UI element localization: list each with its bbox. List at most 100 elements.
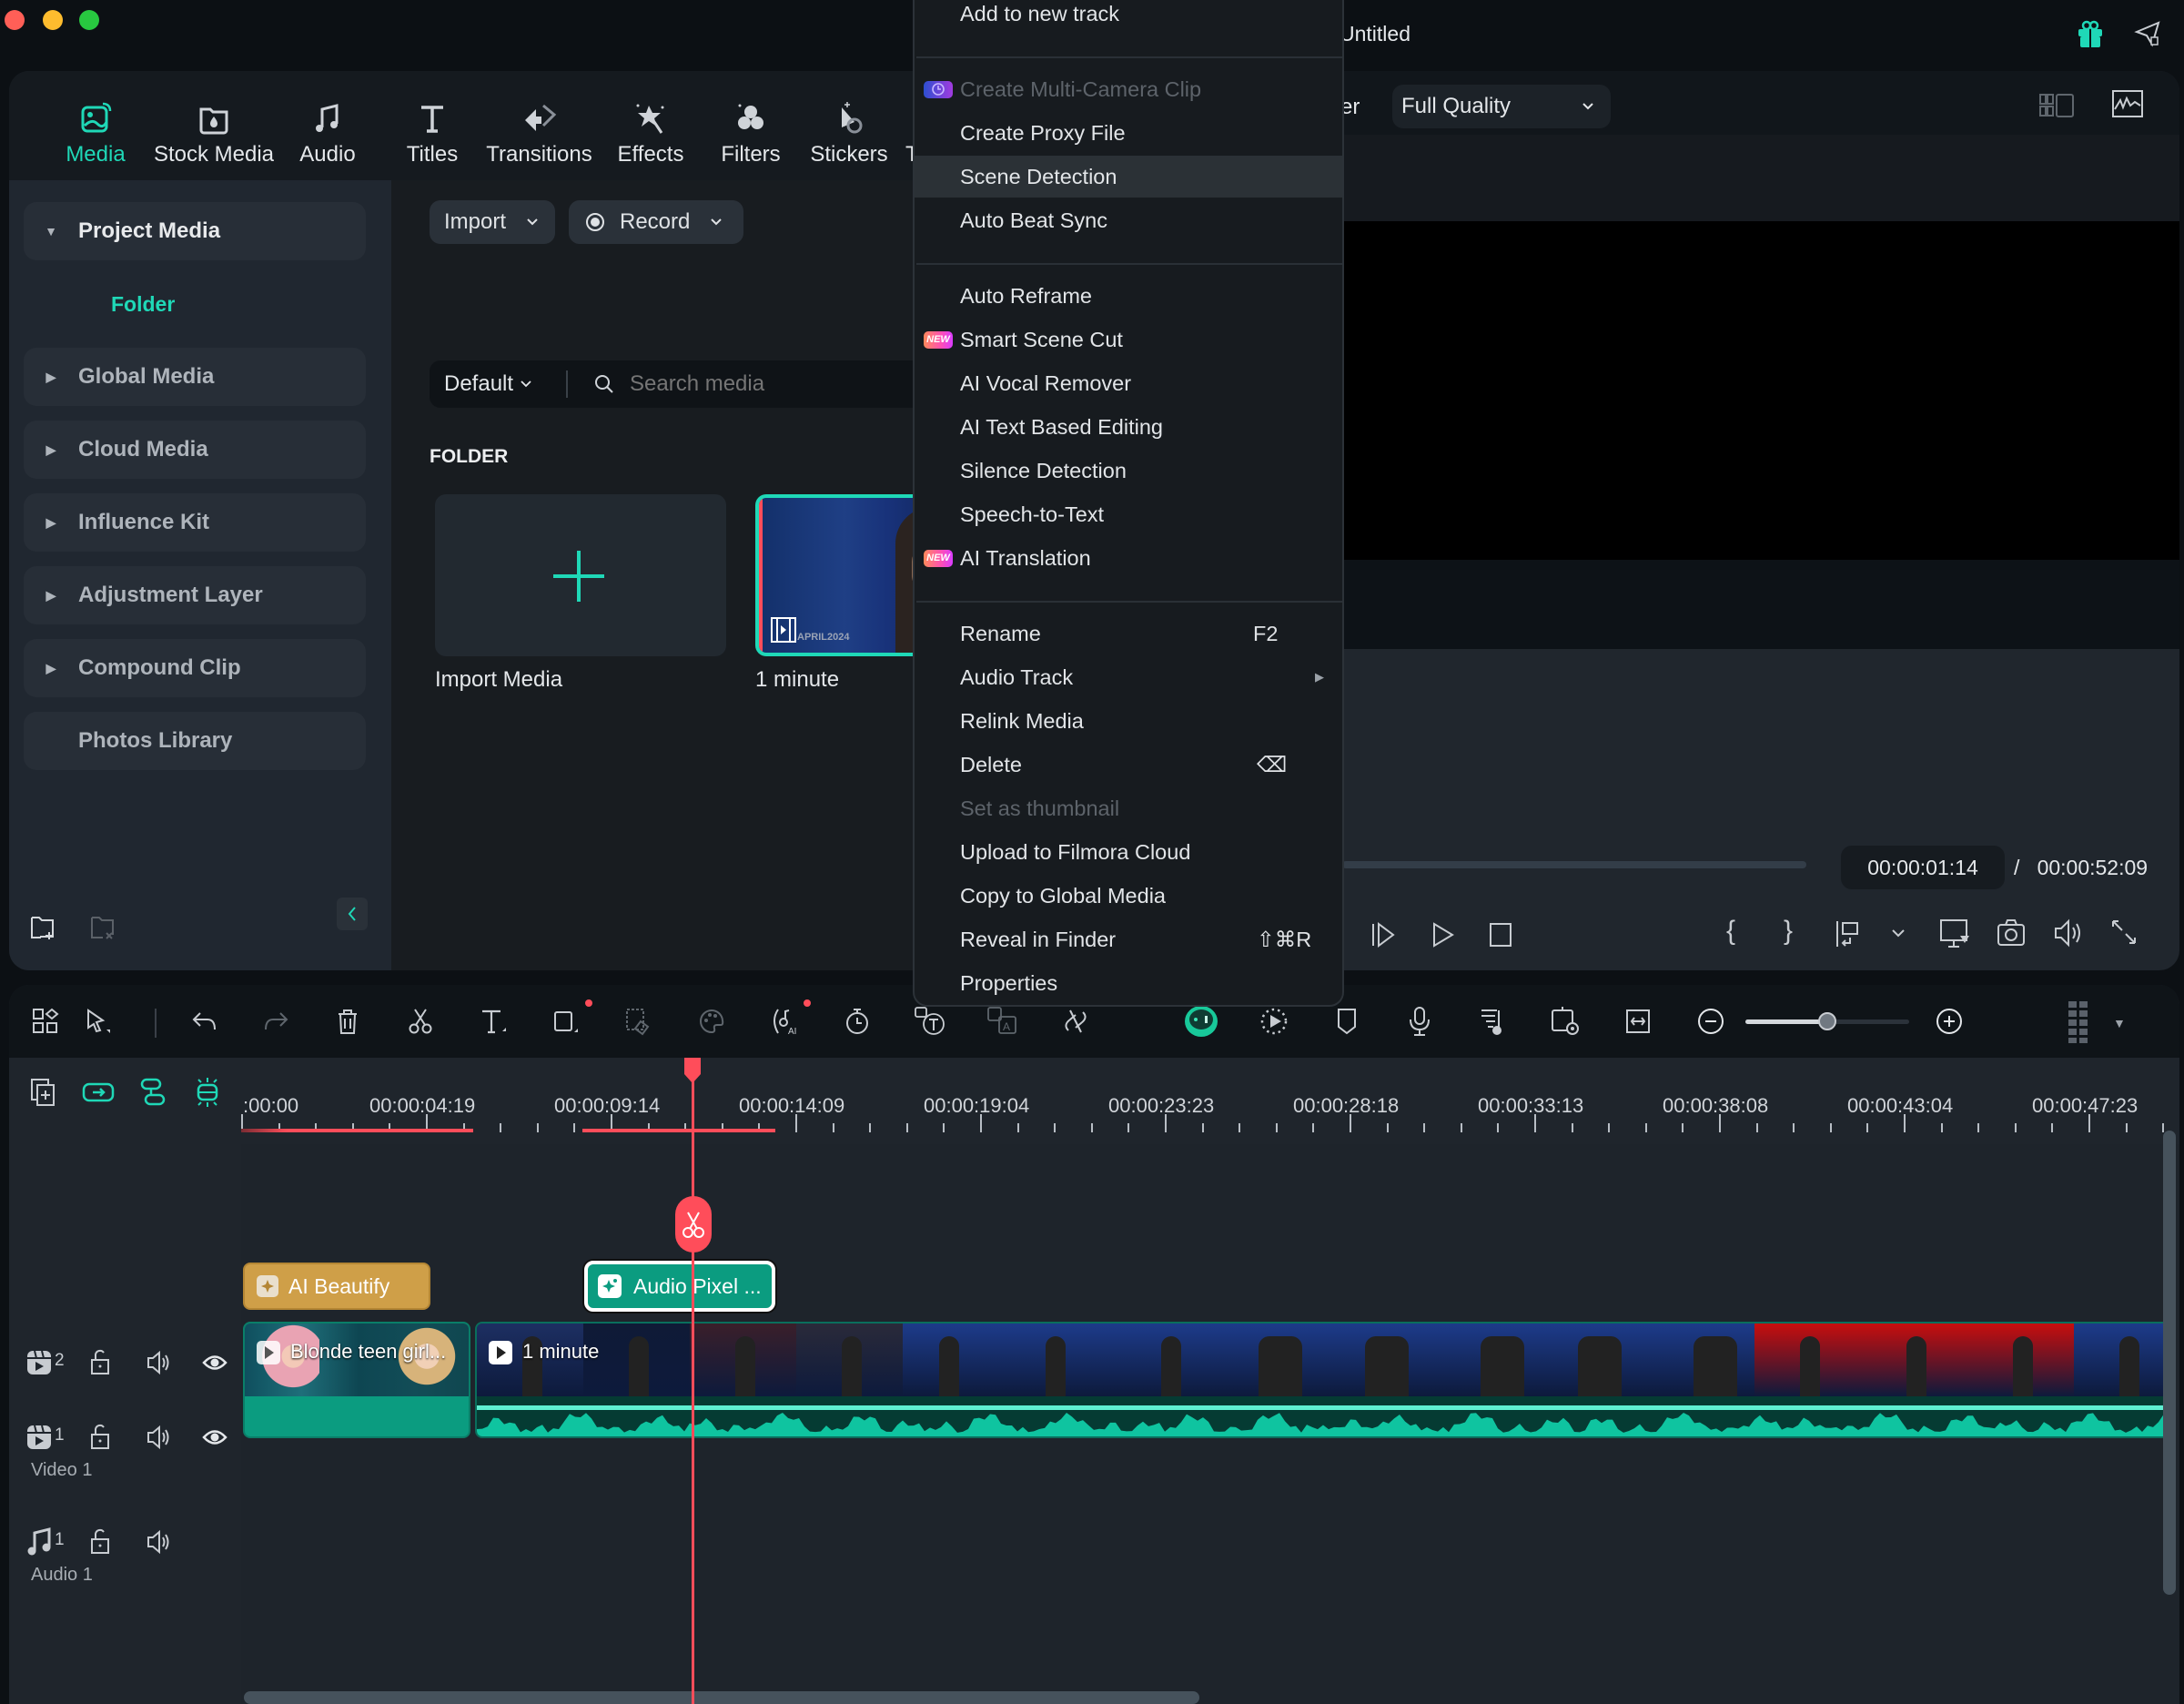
sidebar-item-compound-clip[interactable]: ▶ Compound Clip [24, 639, 366, 697]
tab-audio[interactable]: Audio [287, 98, 369, 167]
waveform-scope-icon[interactable] [2111, 89, 2144, 118]
menu-item-rename[interactable]: Rename F2 [915, 613, 1342, 654]
menu-item-ai-text-based-editing[interactable]: AI Text Based Editing [915, 406, 1342, 448]
render-preview-icon[interactable] [1256, 1003, 1292, 1040]
sidebar-item-photos-library[interactable]: Photos Library [24, 712, 366, 770]
preview-video-canvas[interactable] [1342, 221, 2179, 560]
video-clip-1-minute[interactable]: 1 minute [475, 1322, 2170, 1438]
stop-icon[interactable] [1486, 920, 1515, 949]
step-forward-icon[interactable] [1370, 920, 1399, 949]
menu-item-reveal-in-finder[interactable]: Reveal in Finder ⇧⌘R [915, 918, 1342, 960]
zoom-window-button[interactable] [79, 10, 99, 30]
zoom-out-icon[interactable] [1693, 1003, 1729, 1040]
menu-item-copy-to-global-media[interactable]: Copy to Global Media [915, 875, 1342, 917]
volume-icon[interactable] [146, 1424, 173, 1451]
menu-item-ai-vocal-remover[interactable]: AI Vocal Remover [915, 362, 1342, 404]
display-settings-icon[interactable] [1938, 918, 1971, 950]
ai-audio-icon[interactable]: AI [766, 1003, 803, 1040]
collapse-sidebar-button[interactable] [337, 898, 368, 930]
effect-clip-ai-beautify[interactable]: AI Beautify [243, 1263, 430, 1310]
tab-filters[interactable]: Filters [710, 98, 792, 167]
tab-titles[interactable]: Titles [391, 98, 473, 167]
auto-ripple-icon[interactable] [189, 1074, 226, 1111]
menu-item-upload-to-filmora-cloud[interactable]: Upload to Filmora Cloud [915, 831, 1342, 873]
crop-icon[interactable] [548, 1003, 584, 1040]
ai-copilot-icon[interactable] [1183, 1003, 1219, 1040]
menu-item-relink-media[interactable]: Relink Media [915, 700, 1342, 742]
menu-item-create-proxy-file[interactable]: Create Proxy File [915, 112, 1342, 154]
close-window-button[interactable] [5, 10, 25, 30]
new-folder-icon[interactable] [29, 914, 56, 941]
magnet-snap-icon[interactable] [135, 1074, 171, 1111]
sidebar-item-influence-kit[interactable]: ▶ Influence Kit [24, 493, 366, 552]
sort-dropdown[interactable]: Default [430, 371, 566, 397]
sidebar-item-global-media[interactable]: ▶ Global Media [24, 348, 366, 406]
volume-icon[interactable] [146, 1349, 173, 1376]
color-palette-icon[interactable] [693, 1003, 730, 1040]
mark-out-icon[interactable]: } [1784, 916, 1793, 947]
microphone-icon[interactable] [1401, 1003, 1438, 1040]
add-text-icon[interactable] [475, 1003, 511, 1040]
zoom-slider[interactable] [1745, 1012, 1909, 1030]
insert-clip-icon[interactable] [1834, 918, 1866, 950]
record-button[interactable]: Record [569, 200, 743, 244]
menu-item-smart-scene-cut[interactable]: NEW Smart Scene Cut [915, 319, 1342, 360]
effect-clip-audio-pixel[interactable]: Audio Pixel ... [584, 1261, 775, 1312]
menu-item-properties[interactable]: Properties [915, 962, 1342, 1004]
grid-layout-icon[interactable] [2038, 93, 2077, 118]
tab-effects[interactable]: Effects [605, 98, 696, 167]
marker-icon[interactable] [1329, 1003, 1365, 1040]
tab-transitions[interactable]: Transitions [478, 98, 601, 167]
lock-open-icon[interactable] [89, 1424, 111, 1451]
select-pointer-icon[interactable] [80, 1003, 116, 1040]
video-clip-blonde-girl[interactable]: Blonde teen girl... [243, 1322, 470, 1438]
audio-beat-icon[interactable] [1474, 1003, 1511, 1040]
playhead-handle[interactable] [682, 1058, 703, 1085]
menu-item-auto-beat-sync[interactable]: Auto Beat Sync [915, 199, 1342, 241]
lock-open-icon[interactable] [89, 1528, 111, 1556]
sidebar-item-adjustment-layer[interactable]: ▶ Adjustment Layer [24, 566, 366, 624]
zoom-slider-handle[interactable] [1818, 1012, 1836, 1030]
minimize-window-button[interactable] [43, 10, 63, 30]
speech-to-text-icon[interactable] [912, 1003, 948, 1040]
camera-snapshot-icon[interactable] [1996, 918, 2027, 948]
menu-item-ai-translation[interactable]: NEW AI Translation [915, 537, 1342, 579]
horizontal-scrollbar[interactable] [244, 1691, 1199, 1704]
send-feedback-icon[interactable] [2134, 20, 2161, 47]
sidebar-item-project-media[interactable]: ▼ Project Media [24, 202, 366, 260]
delete-trash-icon[interactable] [329, 1003, 366, 1040]
lock-open-icon[interactable] [89, 1349, 111, 1376]
play-icon[interactable] [1429, 920, 1458, 949]
layout-icon[interactable] [27, 1003, 64, 1040]
volume-icon[interactable] [2052, 918, 2085, 948]
current-timecode[interactable]: 00:00:01:14 [1841, 846, 2005, 889]
menu-item-delete[interactable]: Delete ⌫ [915, 744, 1342, 786]
track-layout-icon[interactable] [2061, 1001, 2098, 1043]
mark-in-icon[interactable]: { [1726, 916, 1735, 947]
search-input[interactable] [630, 371, 921, 397]
menu-item-scene-detection[interactable]: Scene Detection [915, 156, 1342, 198]
menu-item-audio-track[interactable]: Audio Track ▶ [915, 656, 1342, 698]
undo-icon[interactable] [187, 1003, 223, 1040]
sidebar-item-folder[interactable]: Folder [111, 292, 175, 317]
eye-visibility-icon[interactable] [202, 1351, 228, 1374]
auto-reframe-icon[interactable] [1547, 1003, 1583, 1040]
split-at-playhead-button[interactable] [675, 1196, 712, 1253]
vertical-scrollbar[interactable] [2163, 1131, 2176, 1595]
tab-stickers[interactable]: Stickers [799, 98, 899, 167]
gift-icon[interactable] [2077, 20, 2104, 49]
tab-stock-media[interactable]: Stock Media [146, 98, 282, 167]
preview-scrubber[interactable] [1342, 861, 1806, 868]
scissors-split-icon[interactable] [402, 1003, 439, 1040]
add-track-icon[interactable] [25, 1074, 62, 1111]
speed-timer-icon[interactable] [839, 1003, 875, 1040]
menu-item-add-to-new-track[interactable]: Add to new track [915, 0, 1342, 35]
timeline-ruler[interactable]: :00:00 00:00:04:19 00:00:09:14 00:00:14:09 0… [241, 1058, 2179, 1144]
menu-item-speech-to-text[interactable]: Speech-to-Text [915, 493, 1342, 535]
fullscreen-icon[interactable] [2109, 918, 2138, 947]
volume-icon[interactable] [146, 1528, 173, 1556]
eye-visibility-icon[interactable] [202, 1425, 228, 1449]
menu-item-silence-detection[interactable]: Silence Detection [915, 450, 1342, 492]
playhead[interactable] [692, 1058, 694, 1704]
detach-link-icon[interactable] [1057, 1003, 1094, 1040]
